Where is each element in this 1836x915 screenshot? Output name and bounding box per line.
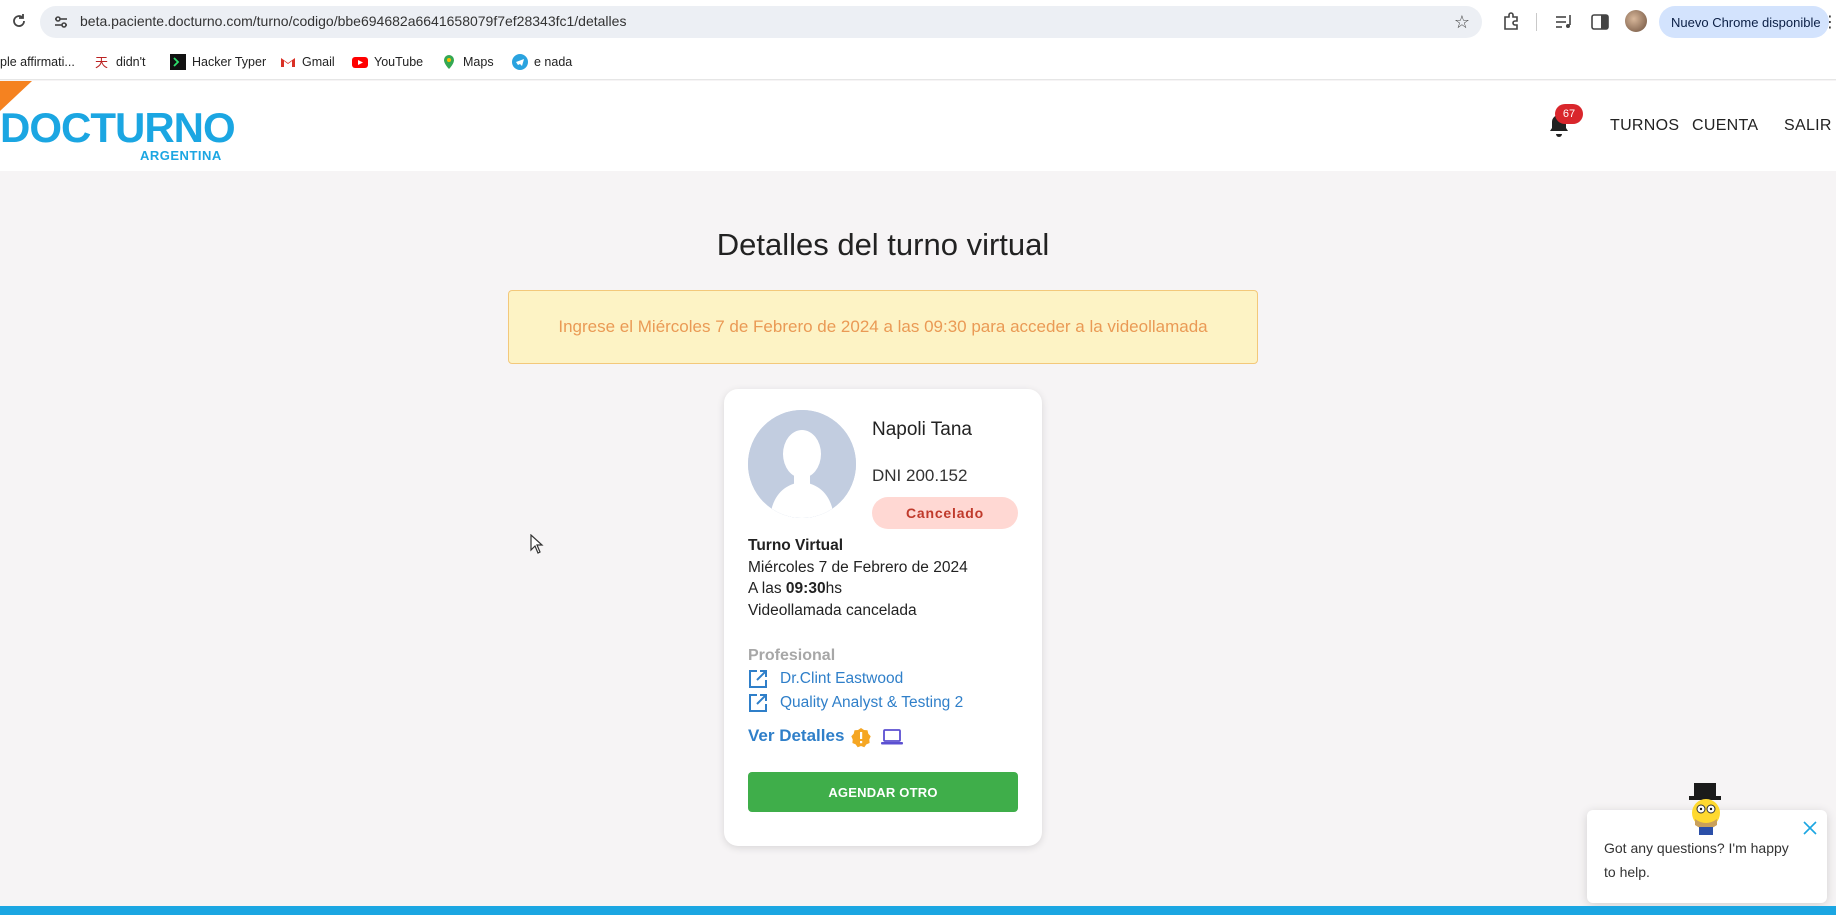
- logo-subtitle: ARGENTINA: [140, 148, 222, 163]
- bookmark-item[interactable]: Maps: [441, 53, 494, 71]
- svg-text:天: 天: [95, 56, 108, 70]
- footer-strip: [0, 906, 1836, 915]
- appointment-alert: Ingrese el Miércoles 7 de Febrero de 202…: [508, 290, 1258, 364]
- mouse-cursor-icon: [530, 533, 544, 554]
- chat-close-icon[interactable]: [1800, 818, 1820, 838]
- telegram-icon: [512, 54, 528, 70]
- bookmark-item[interactable]: Hacker Typer: [170, 53, 266, 71]
- appointment-type: Turno Virtual: [748, 537, 844, 554]
- ver-detalles-link[interactable]: Ver Detalles: [748, 726, 844, 746]
- chrome-update-button[interactable]: Nuevo Chrome disponible: [1659, 6, 1829, 38]
- specialty-link[interactable]: Quality Analyst & Testing 2: [748, 692, 963, 714]
- agendar-otro-button[interactable]: AGENDAR OTRO: [748, 772, 1018, 812]
- notification-count-badge: 67: [1555, 104, 1583, 124]
- toolbar-divider: [1536, 13, 1537, 31]
- kanji-icon: 天: [94, 54, 110, 71]
- status-badge: Cancelado: [872, 497, 1018, 529]
- patient-dni: DNI 200.152: [872, 466, 968, 485]
- site-settings-icon[interactable]: [52, 13, 70, 31]
- chat-message: Got any questions? I'm happy to help.: [1604, 840, 1789, 880]
- side-panel-icon[interactable]: [1589, 11, 1611, 33]
- youtube-icon: [352, 54, 368, 70]
- gmail-icon: [280, 54, 296, 70]
- appointment-card: Napoli Tana DNI 200.152 Cancelado Turno …: [724, 389, 1042, 846]
- url-text[interactable]: beta.paciente.docturno.com/turno/codigo/…: [80, 13, 626, 29]
- page-title: Detalles del turno virtual: [716, 227, 1050, 262]
- logo[interactable]: DOCTURNO: [0, 107, 236, 149]
- bookmark-item[interactable]: Gmail: [280, 53, 335, 71]
- browser-toolbar: beta.paciente.docturno.com/turno/codigo/…: [0, 0, 1836, 44]
- chat-mascot-icon[interactable]: [1681, 783, 1731, 835]
- external-link-icon: [748, 693, 768, 713]
- nav-salir-link[interactable]: SALIR: [1784, 117, 1832, 135]
- warning-icon: [850, 727, 872, 749]
- patient-name: Napoli Tana: [872, 419, 973, 440]
- bookmark-star-icon[interactable]: ☆: [1454, 12, 1470, 33]
- reload-icon[interactable]: [8, 10, 30, 32]
- bookmark-item[interactable]: e nada: [512, 53, 572, 71]
- laptop-icon: [881, 728, 903, 746]
- external-link-icon: [748, 669, 768, 689]
- site-header: DOCTURNO ARGENTINA 67 TURNOS CUENTA SALI…: [0, 81, 1836, 171]
- appointment-time-value: 09:30: [785, 580, 826, 597]
- profile-avatar[interactable]: [1625, 10, 1647, 32]
- media-controls-icon[interactable]: [1553, 11, 1575, 33]
- address-bar[interactable]: beta.paciente.docturno.com/turno/codigo/…: [40, 6, 1482, 38]
- bookmarks-bar: ple affirmati... 天 didn't Hacker Typer G…: [0, 44, 1836, 80]
- nav-cuenta-link[interactable]: CUENTA: [1692, 117, 1758, 135]
- appointment-time: A las 09:30hs: [748, 580, 842, 597]
- bookmark-item[interactable]: 天 didn't: [94, 53, 146, 71]
- maps-icon: [441, 54, 457, 70]
- more-menu-icon[interactable]: ⋮: [1822, 12, 1836, 32]
- call-status: Videollamada cancelada: [748, 602, 917, 619]
- nav-turnos-link[interactable]: TURNOS: [1610, 117, 1679, 135]
- patient-avatar: [748, 410, 856, 518]
- doctor-link[interactable]: Dr.Clint Eastwood: [748, 668, 903, 690]
- bookmark-item[interactable]: ple affirmati...: [0, 53, 75, 71]
- terminal-icon: [170, 54, 186, 70]
- professional-label: Profesional: [748, 647, 836, 664]
- bookmark-item[interactable]: YouTube: [352, 53, 423, 71]
- appointment-date: Miércoles 7 de Febrero de 2024: [748, 559, 968, 576]
- extensions-icon[interactable]: [1500, 10, 1522, 32]
